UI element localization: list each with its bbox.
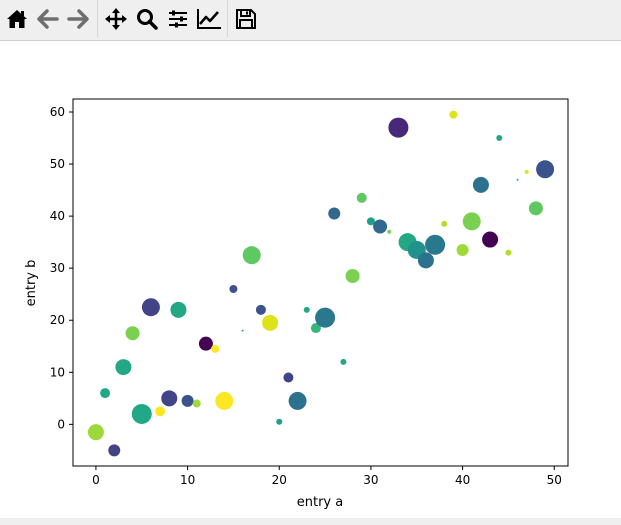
scatter-point [356,192,367,203]
scatter-point [496,135,503,142]
scatter-point [198,336,213,351]
scatter-point [170,301,187,318]
x-ticks: 0 10 20 30 40 50 [92,466,562,487]
scatter-point [387,229,392,234]
save-icon[interactable] [232,5,260,33]
scatter-point [181,394,194,407]
scatter-point [100,388,111,399]
scatter-point [87,424,104,441]
scatter-point [373,219,388,234]
x-axis-label: entry a [297,495,343,510]
scatter-point [303,306,310,313]
back-icon[interactable] [34,5,62,33]
scatter-point [456,243,469,256]
toolbar-separator [97,0,98,37]
scatter-point [108,444,121,457]
scatter-point [215,391,234,410]
home-icon[interactable] [3,5,31,33]
scatter-point [516,178,519,181]
x-tick-label: 20 [272,473,287,487]
toolbar [0,0,621,41]
scatter-point [283,372,294,383]
y-tick-label: 10 [50,365,65,379]
scatter-point [425,234,446,255]
scatter-point [155,406,166,417]
scatter-point [131,403,152,424]
scatter-point [441,220,448,227]
x-tick-label: 40 [455,473,470,487]
scatter-point [125,326,140,341]
scatter-point [524,169,529,174]
y-tick-label: 60 [50,105,65,119]
scatter-point [449,110,458,119]
status-bar [0,518,621,525]
scatter-point [115,359,132,376]
scatter-point [192,399,201,408]
scatter-point [340,358,347,365]
pan-icon[interactable] [102,5,130,33]
scatter-point [345,268,360,283]
scatter-chart: 0 10 20 30 40 50 0 10 20 30 40 50 60 entry a entry … [24,98,569,510]
scatter-point [141,298,160,317]
y-tick-label: 20 [50,313,65,327]
scatter-point [241,329,244,332]
scatter-point [315,307,336,328]
scatter-point [528,201,543,216]
scatter-point [328,207,341,220]
scatter-point [505,249,512,256]
scatter-point [276,418,283,425]
y-ticks: 0 10 20 30 40 50 60 [50,105,73,431]
y-tick-label: 0 [57,417,65,431]
subplots-icon[interactable] [164,5,192,33]
scatter-point [255,304,266,315]
figure-canvas[interactable]: 0 10 20 30 40 50 0 10 20 30 40 50 60 entry a entry … [0,41,621,518]
toolbar-separator [227,0,228,37]
y-axis-label: entry b [24,260,39,307]
scatter-point [229,285,238,294]
scatter-point [262,314,279,331]
scatter-point [288,391,307,410]
scatter-point [161,390,178,407]
x-tick-label: 30 [363,473,378,487]
scatter-point [536,160,555,179]
scatter-point [472,176,489,193]
customize-icon[interactable] [195,5,223,33]
x-tick-label: 10 [180,473,195,487]
scatter-point [462,212,481,231]
y-tick-label: 30 [50,261,65,275]
scatter-point [417,252,434,269]
y-tick-label: 50 [50,157,65,171]
forward-icon[interactable] [64,5,92,33]
x-tick-label: 50 [547,473,562,487]
scatter-point [482,231,499,248]
scatter-point [388,117,409,138]
scatter-point [211,344,220,353]
zoom-icon[interactable] [133,5,161,33]
scatter-point [242,246,261,265]
x-tick-label: 0 [92,473,100,487]
y-tick-label: 40 [50,209,65,223]
